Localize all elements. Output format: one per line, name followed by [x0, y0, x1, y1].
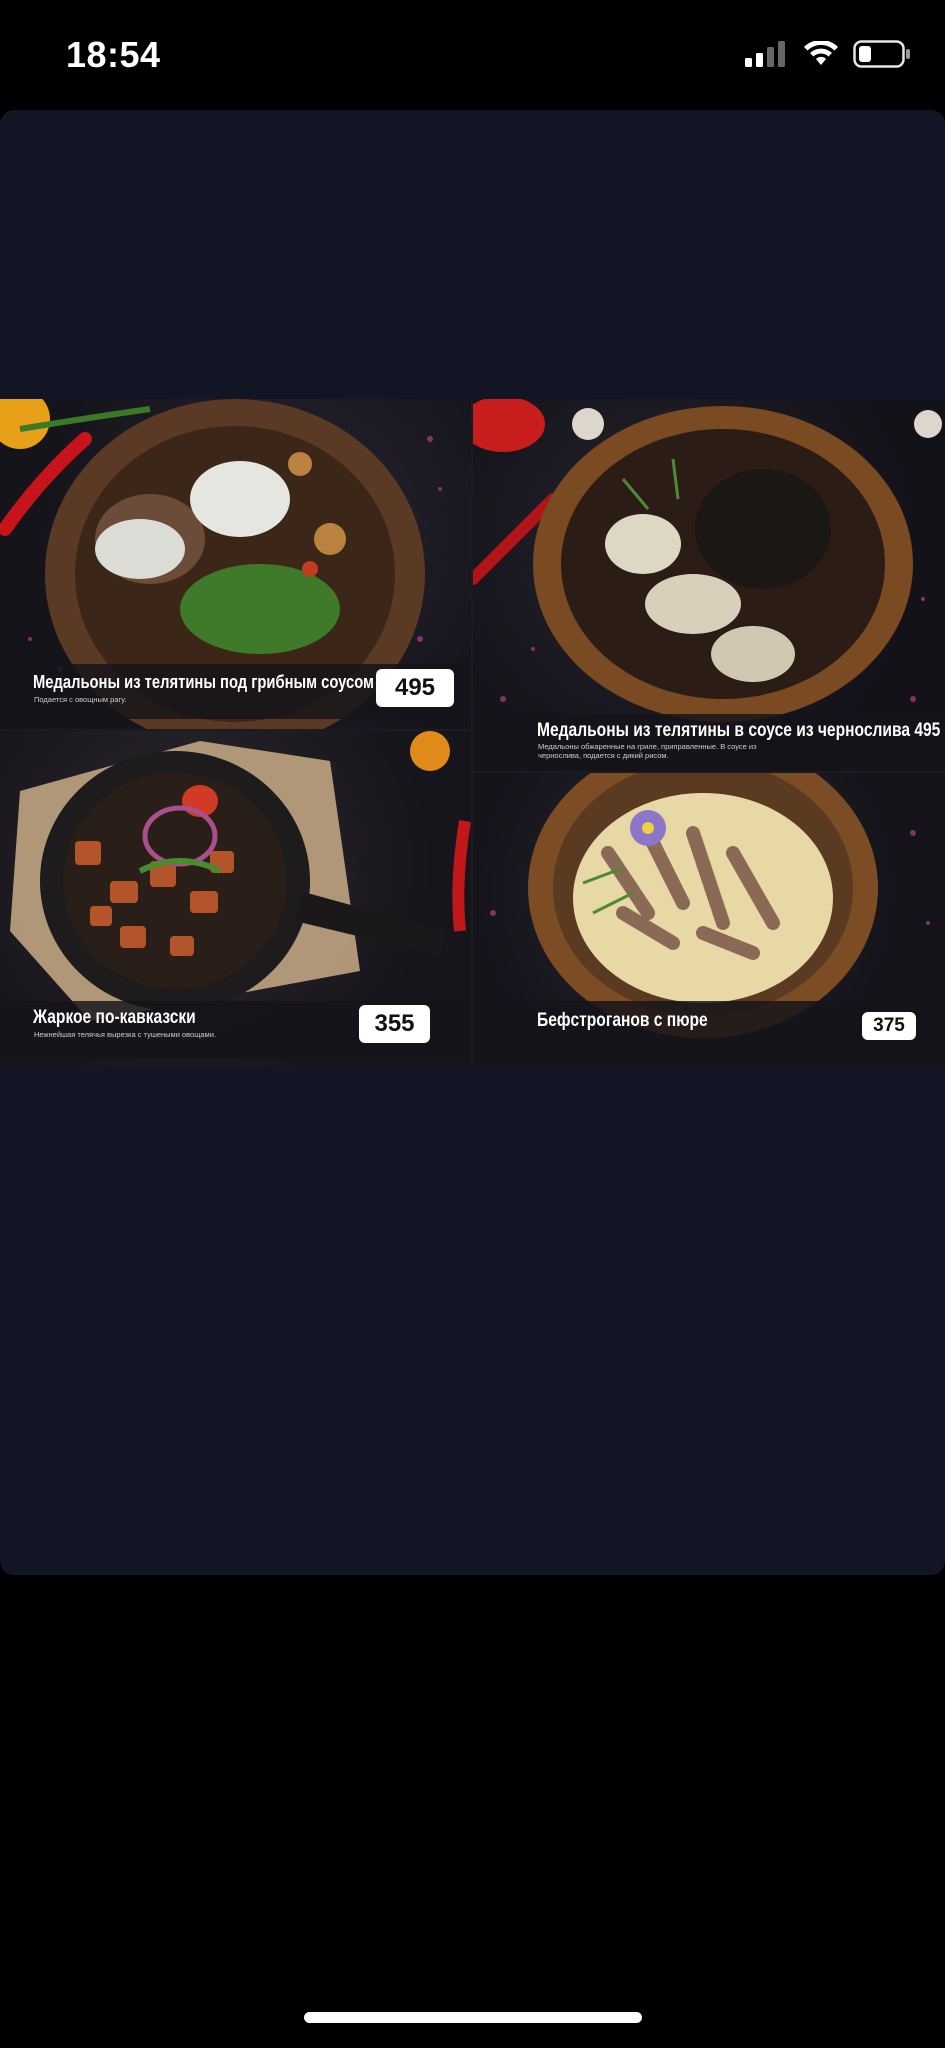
dish-name: Жаркое по-кавказски — [33, 1007, 196, 1028]
menu-item-3: Жаркое по-кавказски Нежнейшая телячья вы… — [0, 731, 471, 1068]
price-badge: 375 — [862, 1012, 916, 1040]
price-badge: 355 — [359, 1005, 430, 1043]
dish-name: Медальоны из телятины в соусе из черносл… — [537, 720, 941, 741]
status-time: 18:54 — [66, 34, 161, 75]
dish-name: Медальоны из телятины под грибным соусом — [33, 672, 374, 692]
wifi-icon — [804, 41, 838, 65]
price-badge: 495 — [376, 669, 454, 707]
battery-icon — [853, 40, 910, 68]
menu-item-4: Бефстроганов с пюре 375 — [473, 773, 945, 1068]
dish-description: Подается с овощным рагу. — [34, 695, 127, 704]
dish-description: Медальоны обжаренные на гриле, приправле… — [538, 742, 757, 760]
dish-name: Бефстроганов с пюре — [537, 1010, 708, 1031]
home-indicator[interactable] — [304, 2012, 642, 2023]
menu-item-2: Медальоны из телятины в соусе из черносл… — [473, 399, 945, 771]
cellular-signal-icon — [745, 41, 785, 67]
dish-description: Нежнейшая телячья вырезка с тушеными ово… — [34, 1030, 216, 1039]
status-icons — [745, 40, 911, 68]
menu-image[interactable]: Медальоны из телятины под грибным соусом… — [0, 399, 945, 1068]
menu-item-1: Медальоны из телятины под грибным соусом… — [0, 399, 471, 729]
photo-viewer[interactable]: Медальоны из телятины под грибным соусом… — [0, 110, 945, 1575]
status-bar: 18:54 — [0, 0, 945, 110]
